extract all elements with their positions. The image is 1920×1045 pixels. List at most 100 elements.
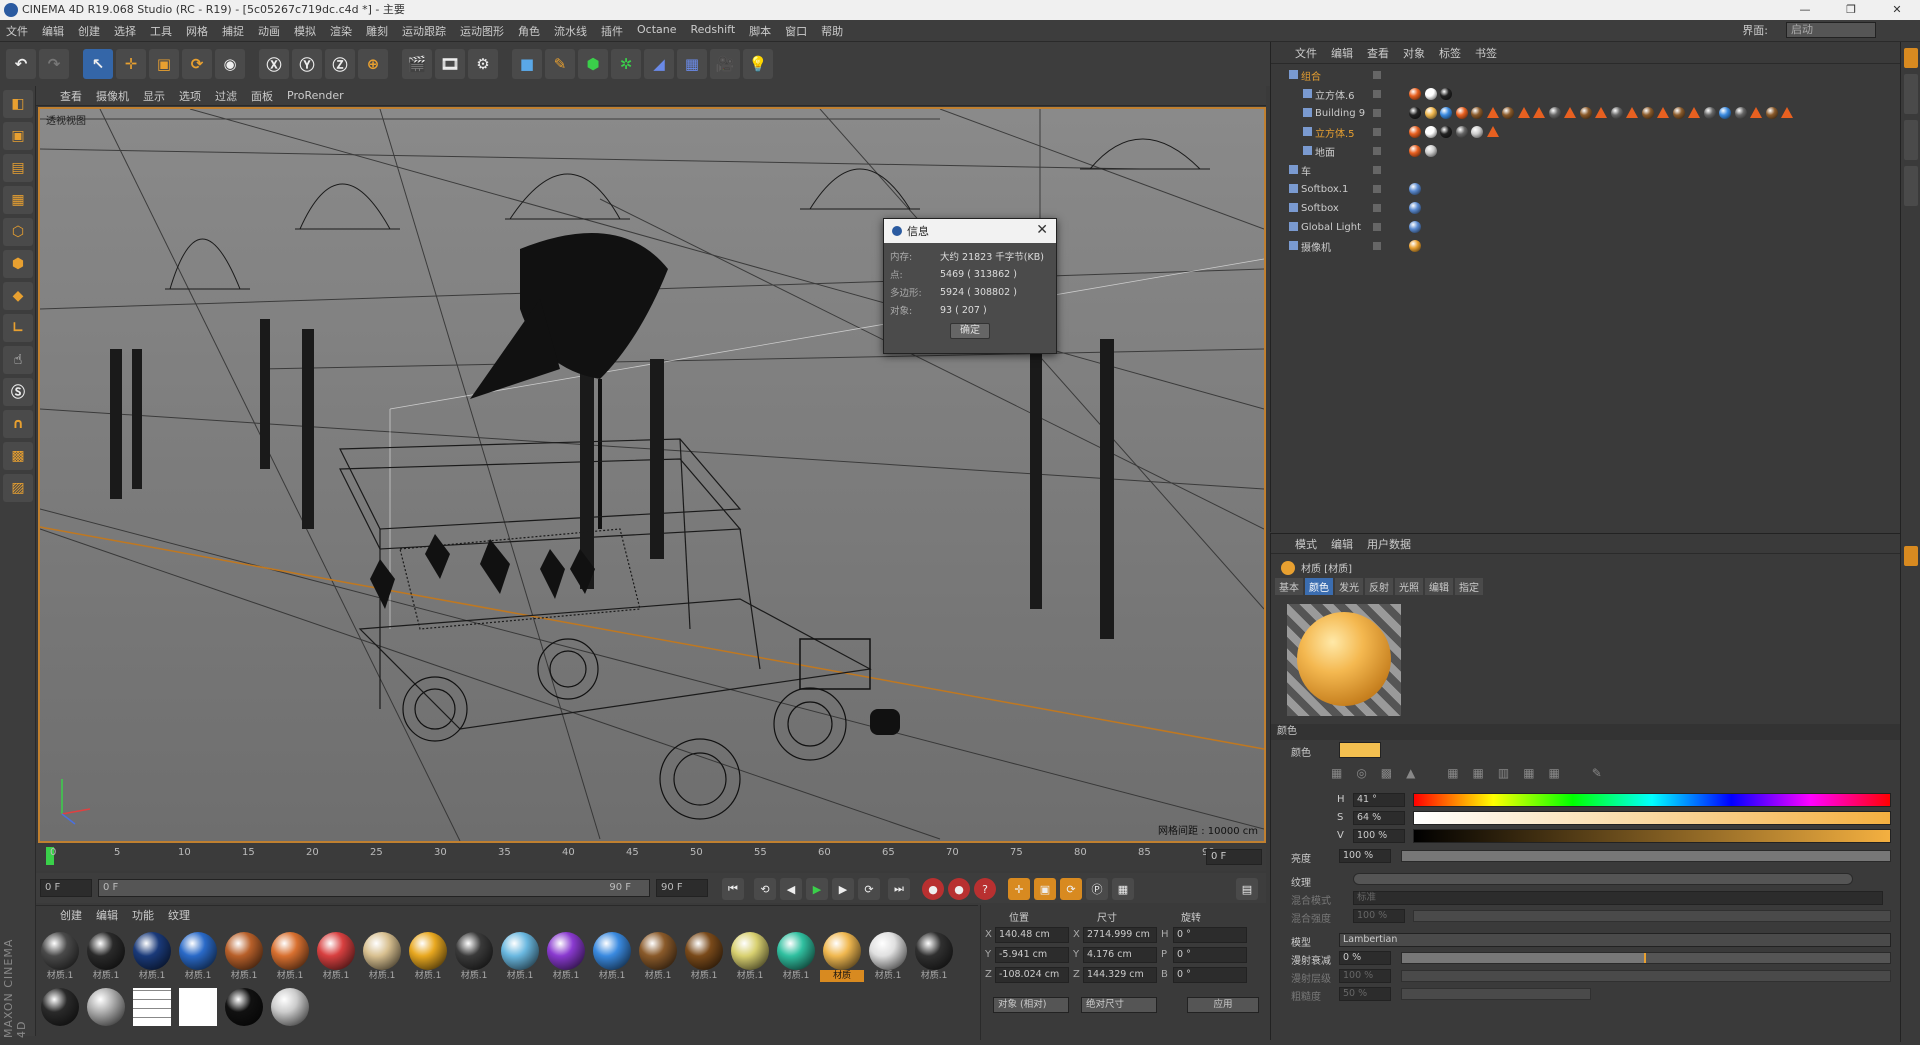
menu-item[interactable]: 运动图形	[460, 23, 504, 39]
undo-icon[interactable]: ↶	[6, 49, 36, 79]
attribute-tab[interactable]: 基本	[1275, 578, 1303, 595]
object-menu-item[interactable]: 标签	[1439, 45, 1461, 61]
object-tag-icon[interactable]	[1409, 221, 1421, 233]
side-tab-attributes[interactable]	[1904, 546, 1918, 566]
menu-item[interactable]: 选择	[114, 23, 136, 39]
attribute-tab[interactable]: 指定	[1455, 578, 1483, 595]
viewport-menu-item[interactable]: 查看	[60, 88, 82, 104]
attribute-tab[interactable]: 编辑	[1425, 578, 1453, 595]
object-tag-icon[interactable]	[1409, 240, 1421, 252]
menu-item[interactable]: 窗口	[785, 23, 807, 39]
diffuse-falloff-slider[interactable]	[1401, 952, 1891, 964]
menu-item[interactable]: 编辑	[42, 23, 64, 39]
saturation-field[interactable]: 64 %	[1353, 811, 1405, 825]
mix-strength-field[interactable]: 100 %	[1353, 909, 1405, 923]
object-tag-icon[interactable]	[1688, 107, 1700, 118]
previous-frame-icon[interactable]: ◀	[780, 878, 802, 900]
timeline-ruler[interactable]: 051015202530354045505560657075808590 0 F	[36, 845, 1266, 871]
menu-item[interactable]: 模拟	[294, 23, 316, 39]
object-tag-icon[interactable]	[1765, 107, 1778, 119]
diffuse-level-slider[interactable]	[1401, 970, 1891, 982]
object-tag-icon[interactable]	[1502, 107, 1514, 119]
deformer-icon[interactable]: ◢	[644, 49, 674, 79]
menu-item[interactable]: 雕刻	[366, 23, 388, 39]
visibility-toggle[interactable]	[1373, 147, 1381, 155]
material-swatch[interactable]: 材质.1	[590, 932, 634, 982]
object-tag-icon[interactable]	[1533, 107, 1545, 118]
material-menu-item[interactable]: 编辑	[96, 907, 118, 923]
object-tag-icon[interactable]	[1455, 107, 1468, 119]
material-menu-item[interactable]: 功能	[132, 907, 154, 923]
menu-item[interactable]: 网格	[186, 23, 208, 39]
material-swatch[interactable]: 材质.1	[728, 932, 772, 982]
visibility-toggle[interactable]	[1373, 71, 1381, 79]
object-tag-icon[interactable]	[1409, 183, 1421, 195]
menu-item[interactable]: 运动跟踪	[402, 23, 446, 39]
size-field[interactable]: 4.176 cm	[1083, 947, 1157, 963]
live-select-icon[interactable]: ◉	[215, 49, 245, 79]
visibility-toggle[interactable]	[1373, 185, 1381, 193]
object-tag-icon[interactable]	[1471, 107, 1483, 119]
object-tag-icon[interactable]	[1409, 107, 1421, 119]
object-row[interactable]: 立方体.5	[1271, 123, 1901, 141]
texture-mode-icon[interactable]: ▤	[3, 154, 33, 182]
visibility-toggle[interactable]	[1373, 128, 1381, 136]
key-rotation-icon[interactable]: ⟳	[1060, 878, 1082, 900]
color-swatch[interactable]	[1339, 742, 1381, 758]
layout-dropdown[interactable]: 启动	[1786, 22, 1876, 38]
object-tag-icon[interactable]	[1409, 88, 1421, 100]
scale-icon[interactable]: ▣	[149, 49, 179, 79]
object-row[interactable]: 立方体.6	[1271, 85, 1901, 103]
menu-item[interactable]: Octane	[637, 23, 677, 39]
viewport-menu-item[interactable]: 显示	[143, 88, 165, 104]
object-row[interactable]: 摄像机	[1271, 237, 1901, 255]
size-field[interactable]: 144.329 cm	[1083, 967, 1157, 983]
material-swatch[interactable]: 材质.1	[912, 932, 956, 982]
model-dropdown[interactable]: Lambertian	[1339, 933, 1891, 947]
object-row[interactable]: 组合	[1271, 66, 1901, 84]
play-icon[interactable]: ▶	[806, 878, 828, 900]
diffuse-falloff-field[interactable]: 0 %	[1339, 951, 1391, 965]
visibility-toggle[interactable]	[1373, 204, 1381, 212]
object-tag-icon[interactable]	[1564, 107, 1576, 118]
saturation-slider[interactable]	[1413, 811, 1891, 825]
visibility-toggle[interactable]	[1373, 109, 1381, 117]
object-mode-icon[interactable]: ▣	[3, 122, 33, 150]
object-row[interactable]: Softbox	[1271, 199, 1901, 217]
x-axis-icon[interactable]: Ⓧ	[259, 49, 289, 79]
material-swatch[interactable]: 材质.1	[452, 932, 496, 982]
viewport-menu-item[interactable]: 摄像机	[96, 88, 129, 104]
material-swatch[interactable]: 材质.1	[544, 932, 588, 982]
next-key-icon[interactable]: ⟳	[858, 878, 880, 900]
position-field[interactable]: 140.48 cm	[995, 927, 1069, 943]
hue-slider[interactable]	[1413, 793, 1891, 807]
go-to-end-icon[interactable]: ⏭	[888, 878, 910, 900]
material-swatch[interactable]: 材质	[820, 932, 864, 982]
timeline-window-icon[interactable]: ▤	[1236, 878, 1258, 900]
object-tag-icon[interactable]	[1409, 126, 1421, 138]
size-mode-dropdown[interactable]: 绝对尺寸	[1081, 997, 1157, 1013]
object-tag-icon[interactable]	[1424, 145, 1437, 157]
material-swatch[interactable]: 材质.1	[222, 932, 266, 982]
object-tag-icon[interactable]	[1781, 107, 1793, 118]
material-swatch[interactable]: 材质.1	[360, 932, 404, 982]
world-icon[interactable]: ⊕	[358, 49, 388, 79]
mix-strength-slider[interactable]	[1413, 910, 1891, 922]
object-row[interactable]: 车	[1271, 161, 1901, 179]
material-swatch[interactable]: 材质.1	[406, 932, 450, 982]
magnet-icon[interactable]: ∩	[3, 410, 33, 438]
texture-slot[interactable]	[1353, 873, 1853, 885]
viewport-menu-item[interactable]: 过滤	[215, 88, 237, 104]
attribute-menu-item[interactable]: 编辑	[1331, 536, 1353, 552]
object-tag-icon[interactable]	[1471, 126, 1483, 138]
object-tag-icon[interactable]	[1641, 107, 1654, 119]
object-tag-icon[interactable]	[1579, 107, 1592, 119]
edges-mode-icon[interactable]: ⬢	[3, 250, 33, 278]
visibility-toggle[interactable]	[1373, 166, 1381, 174]
close-icon[interactable]: ✕	[1036, 222, 1048, 238]
cube-icon[interactable]: ■	[512, 49, 542, 79]
object-tag-icon[interactable]	[1424, 88, 1437, 100]
grid-snap-icon[interactable]: ▨	[3, 474, 33, 502]
snap-icon[interactable]: Ⓢ	[3, 378, 33, 406]
menu-item[interactable]: 创建	[78, 23, 100, 39]
